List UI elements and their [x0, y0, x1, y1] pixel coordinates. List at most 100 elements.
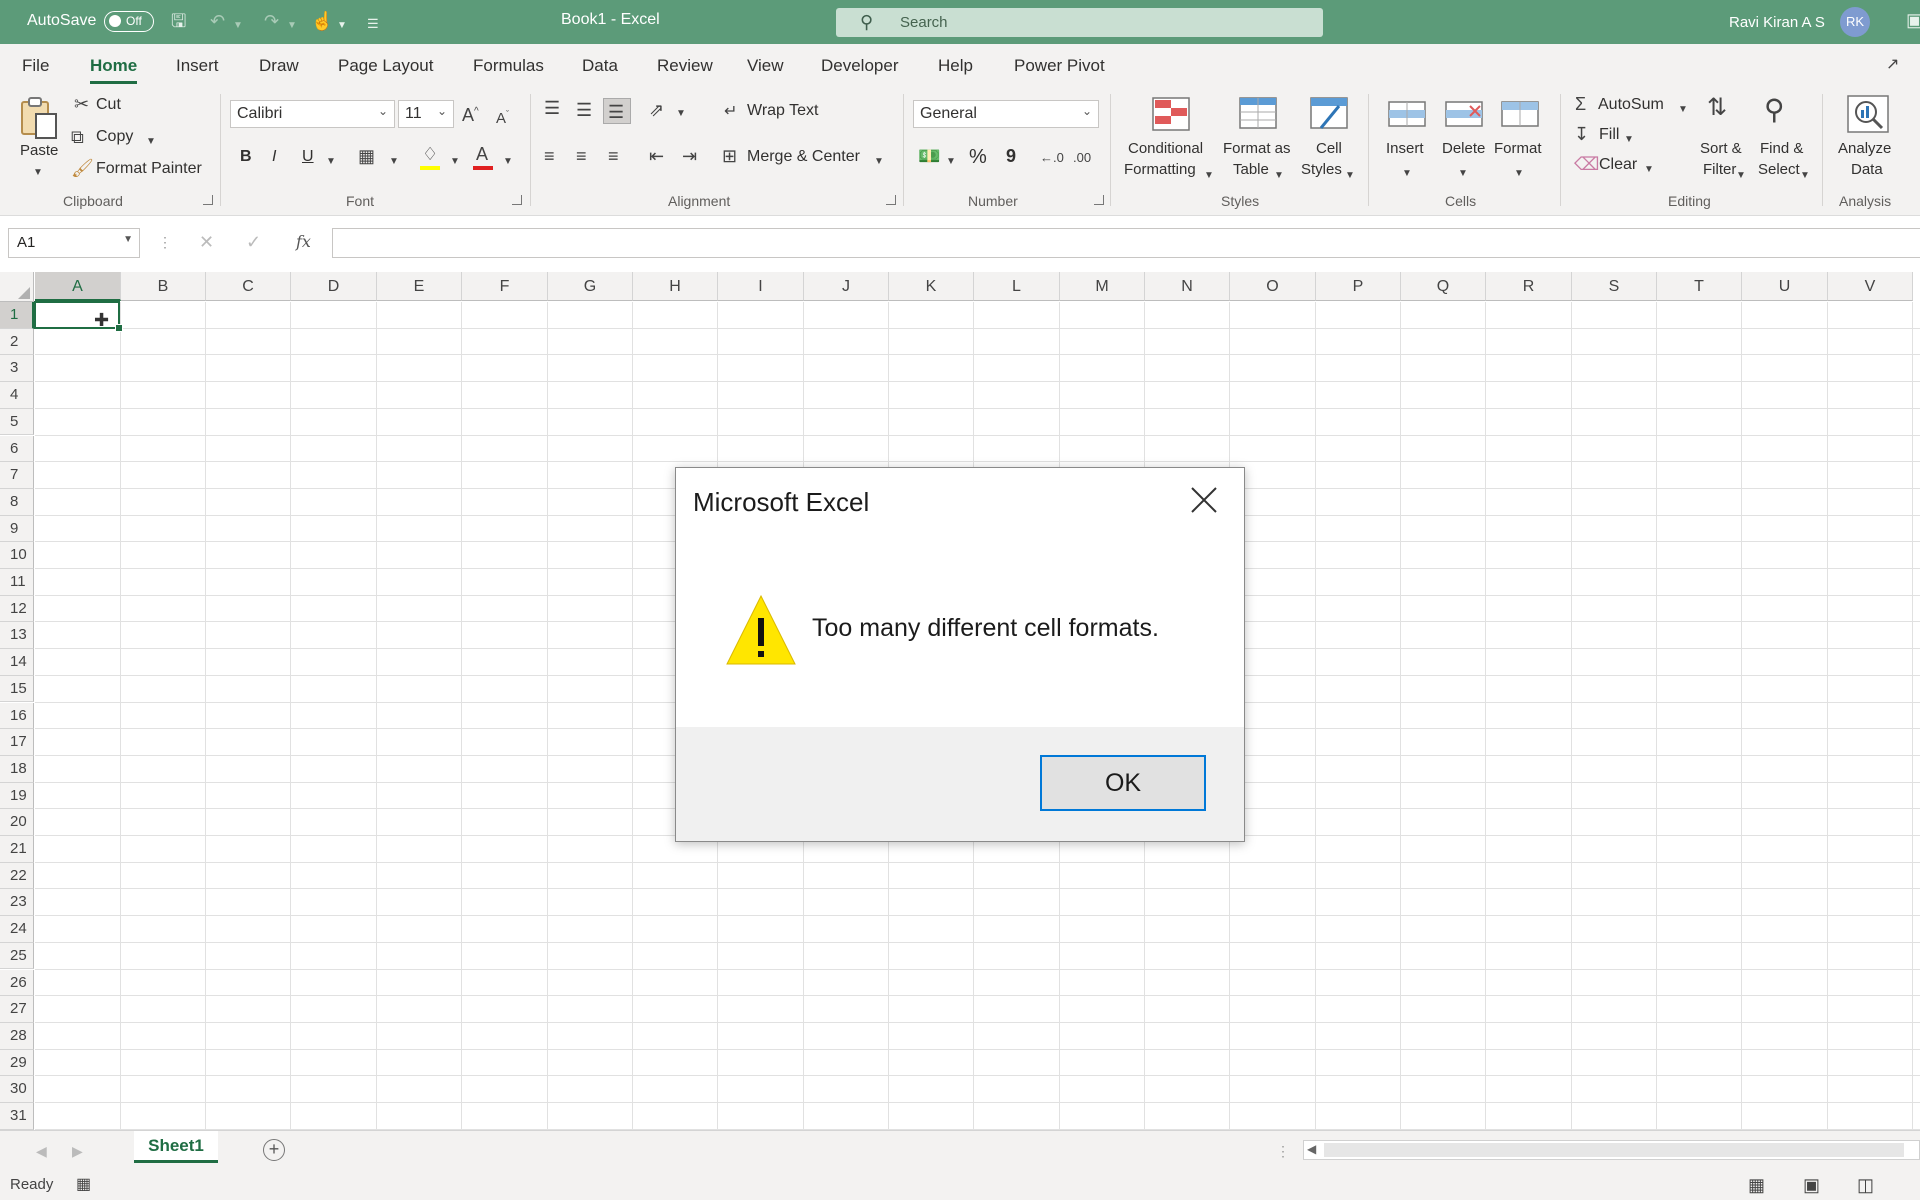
tab-insert[interactable]: Insert — [176, 56, 219, 76]
redo-dropdown-icon[interactable]: ▼ — [287, 16, 297, 36]
autosum-icon[interactable]: Σ — [1575, 94, 1586, 114]
avatar[interactable]: RK — [1840, 7, 1870, 37]
touch-mode-icon[interactable]: ☝ — [311, 11, 333, 31]
row-header-7[interactable]: 7 — [0, 462, 34, 489]
column-header-a[interactable]: A — [35, 272, 121, 301]
insert-function-icon[interactable]: fx — [296, 232, 311, 252]
column-header-n[interactable]: N — [1145, 272, 1230, 301]
accessibility-icon[interactable]: ▦ — [76, 1175, 91, 1195]
column-header-j[interactable]: J — [804, 272, 889, 301]
tab-file[interactable]: File — [22, 56, 49, 76]
name-box[interactable]: A1 ▼ — [8, 228, 140, 258]
format-painter-button[interactable]: Format Painter — [96, 160, 202, 178]
orientation-icon[interactable]: ⇗ — [649, 100, 664, 120]
tab-help[interactable]: Help — [938, 56, 973, 76]
tab-formulas[interactable]: Formulas — [473, 56, 544, 76]
cell-styles-label-1[interactable]: Cell — [1316, 139, 1342, 159]
column-header-h[interactable]: H — [633, 272, 718, 301]
row-header-24[interactable]: 24 — [0, 916, 34, 943]
redo-icon[interactable]: ↷ — [264, 11, 279, 31]
column-header-k[interactable]: K — [889, 272, 974, 301]
row-header-13[interactable]: 13 — [0, 622, 34, 650]
chevron-down-icon[interactable]: ▼ — [1800, 166, 1810, 186]
column-header-g[interactable]: G — [548, 272, 633, 301]
delete-cells-button[interactable]: Delete — [1442, 139, 1485, 159]
analyze-data-icon[interactable] — [1846, 94, 1890, 134]
tab-draw[interactable]: Draw — [259, 56, 299, 76]
format-cells-button[interactable]: Format — [1494, 139, 1542, 159]
formula-input[interactable] — [332, 228, 1920, 258]
save-icon[interactable]: 🖫 — [171, 11, 186, 31]
chevron-down-icon[interactable]: ▼ — [1402, 164, 1412, 184]
column-header-u[interactable]: U — [1742, 272, 1828, 301]
column-header-d[interactable]: D — [291, 272, 377, 301]
paste-dropdown-icon[interactable]: ▼ — [33, 163, 43, 183]
find-select-label-1[interactable]: Find & — [1760, 139, 1803, 159]
cancel-icon[interactable]: ✕ — [199, 232, 214, 252]
cell-styles-icon[interactable] — [1309, 96, 1349, 132]
align-left-icon[interactable]: ≡ — [544, 146, 555, 166]
fill-dropdown-icon[interactable]: ▼ — [450, 152, 460, 172]
format-as-table-label-2[interactable]: Table — [1233, 160, 1269, 180]
row-header-11[interactable]: 11 — [0, 569, 34, 596]
row-header-23[interactable]: 23 — [0, 889, 34, 917]
bold-button[interactable]: B — [240, 148, 252, 166]
column-header-q[interactable]: Q — [1401, 272, 1486, 301]
find-select-label-2[interactable]: Select — [1758, 160, 1800, 180]
splitter-icon[interactable]: ⋮ — [1276, 1141, 1290, 1161]
format-as-table-icon[interactable] — [1238, 96, 1278, 132]
fill-color-icon[interactable]: ♢ — [422, 144, 438, 164]
font-dialog-launcher[interactable] — [512, 195, 522, 205]
merge-center-icon[interactable]: ⊞ — [722, 146, 737, 166]
fill-down-icon[interactable]: ↧ — [1574, 124, 1589, 144]
number-dialog-launcher[interactable] — [1094, 195, 1104, 205]
row-header-20[interactable]: 20 — [0, 809, 34, 836]
row-header-22[interactable]: 22 — [0, 862, 34, 890]
underline-button[interactable]: U — [302, 148, 314, 166]
sort-filter-label-2[interactable]: Filter — [1703, 160, 1736, 180]
row-header-19[interactable]: 19 — [0, 782, 34, 810]
borders-icon[interactable]: ▦ — [358, 146, 375, 166]
decrease-indent-icon[interactable]: ⇤ — [649, 146, 664, 166]
sort-filter-label-1[interactable]: Sort & — [1700, 139, 1742, 159]
comma-style-button[interactable]: 9 — [1006, 146, 1016, 167]
percent-style-button[interactable]: % — [969, 146, 987, 169]
paste-label[interactable]: Paste — [20, 141, 58, 161]
autosum-button[interactable]: AutoSum — [1598, 96, 1664, 114]
column-header-m[interactable]: M — [1060, 272, 1145, 301]
font-color-dropdown-icon[interactable]: ▼ — [503, 152, 513, 172]
ribbon-display-icon[interactable]: ▣ — [1906, 10, 1920, 30]
decrease-font-icon[interactable]: Aˇ — [496, 104, 509, 129]
increase-decimal-icon[interactable]: ←.0 — [1040, 148, 1064, 168]
column-header-v[interactable]: V — [1828, 272, 1913, 301]
column-header-e[interactable]: E — [377, 272, 462, 301]
row-header-29[interactable]: 29 — [0, 1049, 34, 1077]
chevron-down-icon[interactable]: ▼ — [1624, 130, 1634, 150]
column-header-p[interactable]: P — [1316, 272, 1401, 301]
column-header-c[interactable]: C — [206, 272, 291, 301]
row-header-28[interactable]: 28 — [0, 1022, 34, 1050]
align-right-icon[interactable]: ≡ — [608, 146, 619, 166]
column-header-i[interactable]: I — [718, 272, 804, 301]
cell-styles-label-2[interactable]: Styles — [1301, 160, 1342, 180]
sheet-tab-sheet1[interactable]: Sheet1 — [134, 1131, 218, 1163]
chevron-down-icon[interactable]: ▼ — [1458, 164, 1468, 184]
share-icon[interactable]: ↗ — [1886, 55, 1899, 75]
search-box[interactable]: ⚲ Search — [836, 8, 1323, 37]
row-header-18[interactable]: 18 — [0, 755, 34, 783]
tab-home[interactable]: Home — [90, 56, 138, 84]
increase-indent-icon[interactable]: ⇥ — [682, 146, 697, 166]
more-icon[interactable]: ⋮ — [158, 232, 172, 252]
eraser-icon[interactable]: ⌫ — [1574, 154, 1599, 174]
column-header-f[interactable]: F — [462, 272, 548, 301]
select-all-button[interactable] — [0, 272, 34, 302]
page-layout-view-icon[interactable]: ▣ — [1803, 1175, 1820, 1195]
conditional-formatting-label-2[interactable]: Formatting — [1124, 160, 1196, 180]
find-select-icon[interactable]: ⚲ — [1764, 94, 1785, 126]
wrap-text-icon[interactable]: ↵ — [724, 102, 737, 122]
delete-cells-icon[interactable] — [1444, 96, 1484, 132]
cut-button[interactable]: Cut — [96, 96, 121, 114]
row-header-8[interactable]: 8 — [0, 488, 34, 516]
page-break-view-icon[interactable]: ◫ — [1857, 1175, 1874, 1195]
tab-review[interactable]: Review — [657, 56, 713, 76]
